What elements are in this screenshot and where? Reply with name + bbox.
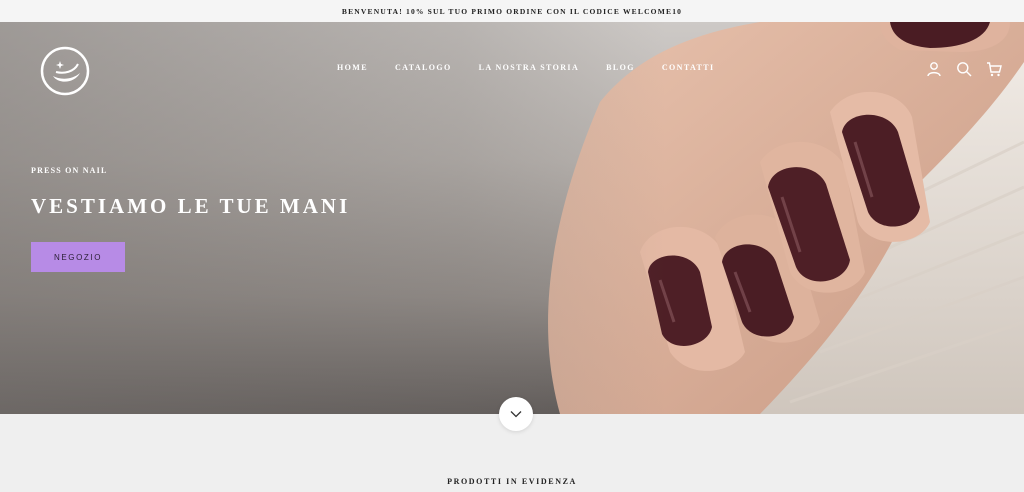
chevron-down-icon: [510, 411, 522, 418]
nav-home[interactable]: HOME: [337, 63, 368, 72]
hero-headline: VESTIAMO LE TUE MANI: [31, 194, 351, 218]
featured-products-title: PRODOTTI IN EVIDENZA: [447, 477, 577, 486]
hero-eyebrow: PRESS ON NAIL: [31, 166, 108, 175]
search-icon[interactable]: [956, 61, 972, 77]
nav-contatti[interactable]: CONTATTI: [662, 63, 715, 72]
cart-icon[interactable]: [986, 61, 1002, 77]
scroll-down-button[interactable]: [499, 397, 533, 431]
announcement-text: BENVENUTA! 10% SUL TUO PRIMO ORDINE CON …: [341, 6, 683, 16]
shop-button[interactable]: NEGOZIO: [31, 242, 125, 272]
logo-icon: [40, 46, 90, 96]
user-icon[interactable]: [926, 61, 942, 77]
nav-catalogo[interactable]: CATALOGO: [395, 63, 452, 72]
nav-blog[interactable]: BLOG: [606, 63, 635, 72]
nav-la-nostra-storia[interactable]: LA NOSTRA STORIA: [479, 63, 580, 72]
brand-logo[interactable]: [40, 46, 90, 96]
header-icons: [926, 61, 1002, 77]
hero-banner: HOME CATALOGO LA NOSTRA STORIA BLOG CONT…: [0, 22, 1024, 414]
announcement-bar: BENVENUTA! 10% SUL TUO PRIMO ORDINE CON …: [0, 0, 1024, 22]
main-nav: HOME CATALOGO LA NOSTRA STORIA BLOG CONT…: [337, 63, 742, 72]
